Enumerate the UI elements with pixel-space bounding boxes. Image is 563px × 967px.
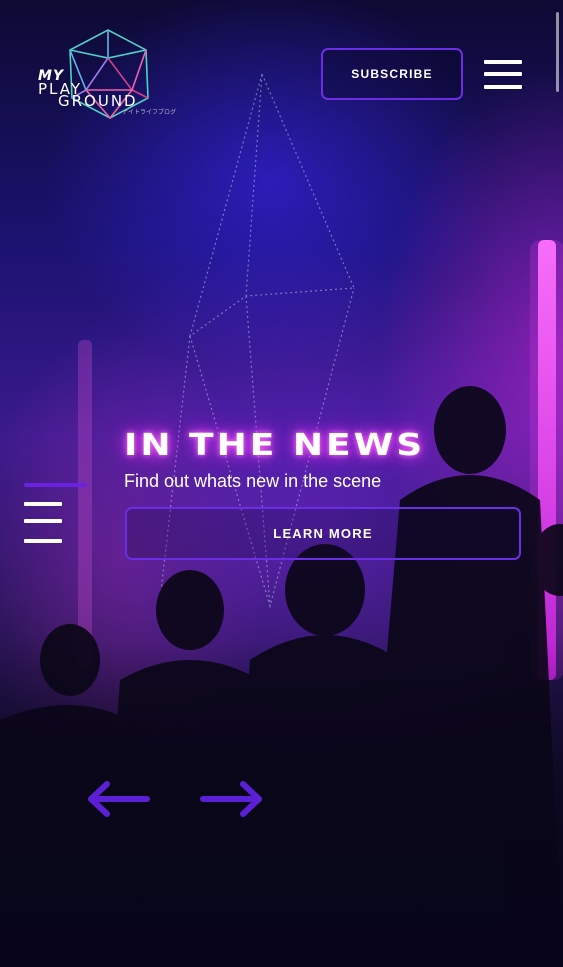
learn-more-button[interactable]: LEARN MORE [125,507,521,560]
side-nav-accent-bar [24,483,87,487]
menu-bar [24,539,62,543]
subscribe-button[interactable]: SUBSCRIBE [321,48,463,100]
arrow-left-icon [88,781,150,817]
hamburger-menu-icon[interactable] [484,58,522,90]
site-logo[interactable]: MY PLAY GROUND ナイトライフブログ [36,28,181,120]
slide-subtitle: Find out whats new in the scene [124,471,382,491]
menu-bar [24,519,62,523]
slider-prev-button[interactable] [85,780,153,818]
menu-bar [24,502,62,506]
hero-section: MY PLAY GROUND ナイトライフブログ SUBSCRIBE IN TH… [0,0,563,967]
menu-bar [484,85,522,89]
scrollbar[interactable] [556,12,559,92]
arrow-right-icon [200,781,262,817]
slider-next-button[interactable] [197,780,265,818]
logo-tagline: ナイトライフブログ [122,109,177,116]
menu-bar [484,72,522,76]
menu-bar [484,60,522,64]
slide-title: IN THE NEWS [124,428,426,463]
side-nav-menu-icon[interactable] [24,500,62,546]
